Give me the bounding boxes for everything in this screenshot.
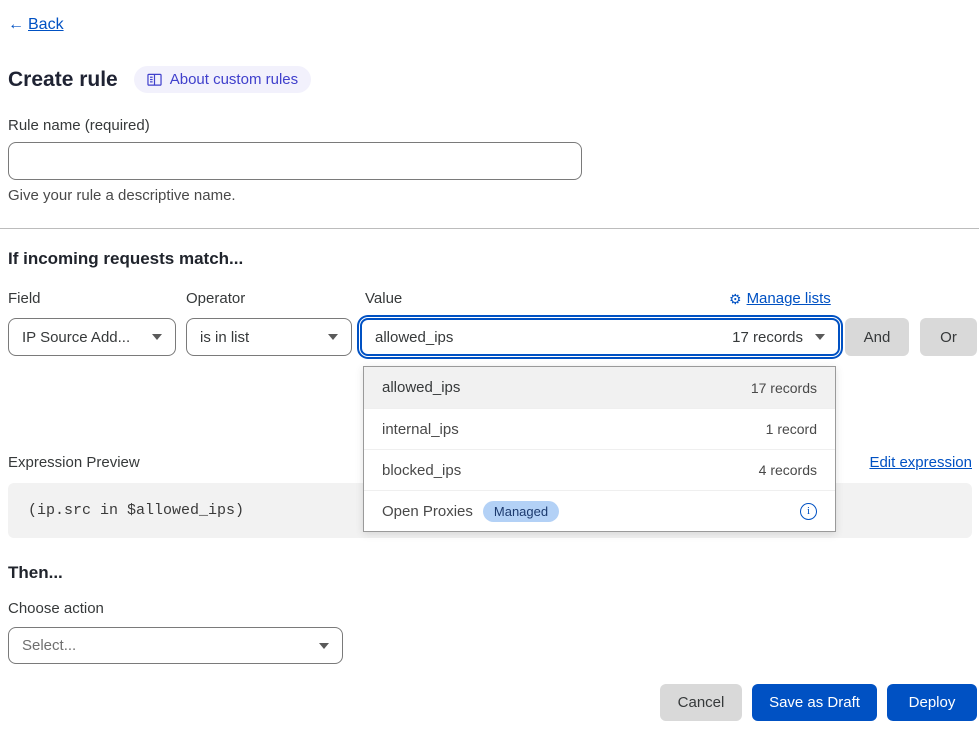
field-label: Field — [8, 290, 41, 307]
manage-lists-label: Manage lists — [747, 290, 831, 307]
list-name: Open Proxies — [382, 503, 473, 520]
list-name: blocked_ips — [382, 462, 461, 479]
section-divider — [0, 228, 979, 229]
create-rule-page: ← Back Create rule About custom rules Ru… — [0, 0, 979, 739]
chevron-down-icon — [319, 643, 329, 649]
chevron-down-icon — [152, 334, 162, 340]
managed-badge: Managed — [483, 501, 559, 522]
or-button[interactable]: Or — [920, 318, 977, 356]
edit-expression-link[interactable]: Edit expression — [869, 454, 972, 471]
and-button[interactable]: And — [845, 318, 909, 356]
value-select[interactable]: allowed_ips 17 records — [360, 318, 840, 356]
back-link[interactable]: ← Back — [8, 16, 64, 34]
save-as-draft-button[interactable]: Save as Draft — [752, 684, 877, 721]
field-select[interactable]: IP Source Add... — [8, 318, 176, 356]
dropdown-option-allowed-ips[interactable]: allowed_ips 17 records — [364, 367, 835, 408]
list-record-count: 1 record — [766, 421, 817, 437]
about-badge-label: About custom rules — [170, 71, 298, 88]
chevron-down-icon — [815, 334, 825, 340]
value-select-meta: 17 records — [732, 329, 803, 346]
list-record-count: 17 records — [751, 380, 817, 396]
back-label: Back — [28, 16, 64, 34]
list-name: internal_ips — [382, 421, 459, 438]
manage-lists-link[interactable]: ⚙ Manage lists — [729, 290, 831, 307]
back-arrow-icon: ← — [8, 16, 24, 34]
gear-icon: ⚙ — [729, 292, 742, 306]
dropdown-option-blocked-ips[interactable]: blocked_ips 4 records — [364, 449, 835, 490]
value-label: Value — [365, 290, 402, 307]
dropdown-option-internal-ips[interactable]: internal_ips 1 record — [364, 408, 835, 449]
cancel-button[interactable]: Cancel — [660, 684, 742, 721]
rule-name-helper: Give your rule a descriptive name. — [8, 187, 236, 204]
then-section-heading: Then... — [8, 563, 63, 583]
deploy-button[interactable]: Deploy — [887, 684, 977, 721]
action-select-placeholder: Select... — [22, 637, 76, 654]
operator-label: Operator — [186, 290, 245, 307]
rule-name-input[interactable] — [8, 142, 582, 180]
action-select[interactable]: Select... — [8, 627, 343, 664]
dropdown-option-open-proxies[interactable]: Open Proxies Managed i — [364, 490, 835, 531]
book-icon — [147, 73, 162, 87]
operator-select[interactable]: is in list — [186, 318, 352, 356]
rule-name-label: Rule name (required) — [8, 117, 150, 134]
page-title: Create rule — [8, 68, 118, 92]
match-section-heading: If incoming requests match... — [8, 249, 243, 269]
value-select-value: allowed_ips — [375, 329, 453, 346]
value-dropdown-panel: allowed_ips 17 records internal_ips 1 re… — [363, 366, 836, 532]
info-icon[interactable]: i — [800, 503, 817, 520]
expression-code: (ip.src in $allowed_ips) — [28, 502, 244, 519]
operator-select-value: is in list — [200, 329, 249, 346]
about-custom-rules-link[interactable]: About custom rules — [134, 66, 311, 93]
choose-action-label: Choose action — [8, 600, 104, 617]
list-name: allowed_ips — [382, 379, 460, 396]
list-record-count: 4 records — [759, 462, 817, 478]
chevron-down-icon — [328, 334, 338, 340]
field-select-value: IP Source Add... — [22, 329, 130, 346]
title-row: Create rule About custom rules — [8, 66, 311, 93]
expression-preview-label: Expression Preview — [8, 454, 140, 471]
